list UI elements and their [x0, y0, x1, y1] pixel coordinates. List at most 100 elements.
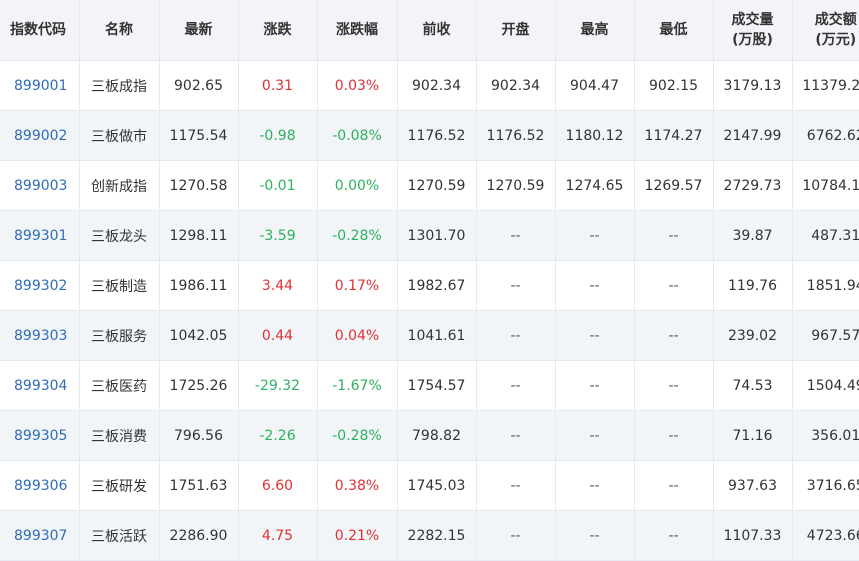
price-change: 4.75 [238, 511, 317, 561]
index-code-link[interactable]: 899307 [0, 511, 79, 561]
table-row: 899304三板医药1725.26-29.32-1.67%1754.57----… [0, 361, 859, 411]
low-price: -- [634, 311, 713, 361]
prev-close: 798.82 [397, 411, 476, 461]
prev-close: 1754.57 [397, 361, 476, 411]
open-price: -- [476, 311, 555, 361]
index-code-link[interactable]: 899305 [0, 411, 79, 461]
latest-price: 1725.26 [159, 361, 238, 411]
low-price: -- [634, 461, 713, 511]
turnover: 1851.94 [792, 261, 859, 311]
price-change-pct: 0.21% [317, 511, 397, 561]
table-row: 899306三板研发1751.636.600.38%1745.03------9… [0, 461, 859, 511]
header-low[interactable]: 最低 [634, 0, 713, 61]
header-change[interactable]: 涨跌 [238, 0, 317, 61]
prev-close: 1301.70 [397, 211, 476, 261]
low-price: -- [634, 261, 713, 311]
low-price: -- [634, 211, 713, 261]
turnover: 487.31 [792, 211, 859, 261]
price-change: -2.26 [238, 411, 317, 461]
price-change-pct: 0.04% [317, 311, 397, 361]
open-price: 902.34 [476, 61, 555, 111]
prev-close: 1745.03 [397, 461, 476, 511]
price-change-pct: -0.28% [317, 211, 397, 261]
index-name: 三板制造 [79, 261, 159, 311]
header-open[interactable]: 开盘 [476, 0, 555, 61]
low-price: -- [634, 361, 713, 411]
index-code-link[interactable]: 899001 [0, 61, 79, 111]
high-price: -- [555, 411, 634, 461]
turnover: 1504.49 [792, 361, 859, 411]
index-code-link[interactable]: 899302 [0, 261, 79, 311]
price-change: 0.44 [238, 311, 317, 361]
index-code-link[interactable]: 899303 [0, 311, 79, 361]
table-row: 899002三板做市1175.54-0.98-0.08%1176.521176.… [0, 111, 859, 161]
index-name: 三板医药 [79, 361, 159, 411]
volume: 239.02 [713, 311, 792, 361]
index-name: 三板龙头 [79, 211, 159, 261]
prev-close: 1176.52 [397, 111, 476, 161]
turnover: 3716.65 [792, 461, 859, 511]
index-code-link[interactable]: 899304 [0, 361, 79, 411]
index-code-link[interactable]: 899301 [0, 211, 79, 261]
table-row: 899303三板服务1042.050.440.04%1041.61------2… [0, 311, 859, 361]
price-change-pct: -0.28% [317, 411, 397, 461]
high-price: -- [555, 461, 634, 511]
price-change-pct: 0.03% [317, 61, 397, 111]
header-prev-close[interactable]: 前收 [397, 0, 476, 61]
header-turnover[interactable]: 成交额 (万元) [792, 0, 859, 61]
table-body: 899001三板成指902.650.310.03%902.34902.34904… [0, 61, 859, 561]
table-row: 899302三板制造1986.113.440.17%1982.67------1… [0, 261, 859, 311]
volume: 119.76 [713, 261, 792, 311]
prev-close: 902.34 [397, 61, 476, 111]
prev-close: 2282.15 [397, 511, 476, 561]
header-turnover-title: 成交额 [793, 10, 859, 30]
header-name[interactable]: 名称 [79, 0, 159, 61]
turnover: 967.57 [792, 311, 859, 361]
table-row: 899307三板活跃2286.904.750.21%2282.15------1… [0, 511, 859, 561]
turnover: 11379.24 [792, 61, 859, 111]
table-row: 899301三板龙头1298.11-3.59-0.28%1301.70-----… [0, 211, 859, 261]
index-code-link[interactable]: 899003 [0, 161, 79, 211]
table-header-row: 指数代码 名称 最新 涨跌 涨跌幅 前收 开盘 最高 最低 成交量 (万股) 成… [0, 0, 859, 61]
header-change-pct[interactable]: 涨跌幅 [317, 0, 397, 61]
latest-price: 1270.58 [159, 161, 238, 211]
open-price: -- [476, 211, 555, 261]
high-price: -- [555, 211, 634, 261]
low-price: 902.15 [634, 61, 713, 111]
header-high[interactable]: 最高 [555, 0, 634, 61]
header-volume-unit: (万股) [714, 30, 792, 50]
index-code-link[interactable]: 899002 [0, 111, 79, 161]
volume: 71.16 [713, 411, 792, 461]
volume: 74.53 [713, 361, 792, 411]
turnover: 6762.62 [792, 111, 859, 161]
volume: 39.87 [713, 211, 792, 261]
price-change: -0.98 [238, 111, 317, 161]
turnover: 10784.11 [792, 161, 859, 211]
high-price: 1180.12 [555, 111, 634, 161]
index-code-link[interactable]: 899306 [0, 461, 79, 511]
price-change: 6.60 [238, 461, 317, 511]
prev-close: 1270.59 [397, 161, 476, 211]
volume: 1107.33 [713, 511, 792, 561]
open-price: -- [476, 361, 555, 411]
high-price: 1274.65 [555, 161, 634, 211]
index-name: 创新成指 [79, 161, 159, 211]
header-code[interactable]: 指数代码 [0, 0, 79, 61]
table-row: 899001三板成指902.650.310.03%902.34902.34904… [0, 61, 859, 111]
header-latest[interactable]: 最新 [159, 0, 238, 61]
price-change-pct: -1.67% [317, 361, 397, 411]
price-change: -29.32 [238, 361, 317, 411]
volume: 2147.99 [713, 111, 792, 161]
latest-price: 1175.54 [159, 111, 238, 161]
price-change: -3.59 [238, 211, 317, 261]
index-name: 三板活跃 [79, 511, 159, 561]
latest-price: 902.65 [159, 61, 238, 111]
open-price: 1176.52 [476, 111, 555, 161]
turnover: 4723.66 [792, 511, 859, 561]
prev-close: 1041.61 [397, 311, 476, 361]
open-price: 1270.59 [476, 161, 555, 211]
latest-price: 1986.11 [159, 261, 238, 311]
high-price: -- [555, 361, 634, 411]
price-change: -0.01 [238, 161, 317, 211]
header-volume[interactable]: 成交量 (万股) [713, 0, 792, 61]
